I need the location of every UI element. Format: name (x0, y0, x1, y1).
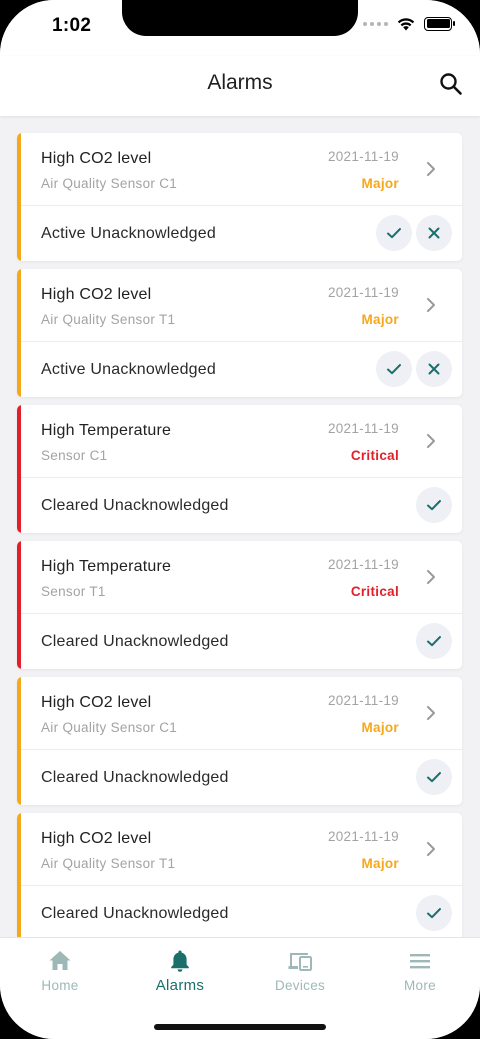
acknowledge-button[interactable] (376, 351, 412, 387)
check-icon (427, 908, 441, 919)
alarm-title: High CO2 level (41, 830, 152, 847)
alarm-card: High Temperature Sensor C1 2021-11-19 Criti… (17, 405, 462, 533)
alarm-severity: Critical (350, 584, 399, 599)
alarm-details-link[interactable]: High CO2 level Air Quality Sensor C1 2021-… (17, 677, 462, 749)
card-divider (21, 477, 462, 478)
page-title: Alarms (207, 71, 273, 94)
alarm-status: Cleared Unacknowledged (41, 905, 229, 922)
signal-dots-icon (363, 21, 388, 26)
phone-screen: 1:02 Alarms High CO2 level Air Quality Se… (0, 0, 480, 1039)
alarm-date: 2021-11-19 (327, 149, 399, 164)
acknowledge-button[interactable] (416, 895, 452, 931)
alarm-details-link[interactable]: High Temperature Sensor T1 2021-11-19 Criti… (17, 541, 462, 613)
check-icon (427, 636, 441, 647)
app-header: Alarms (0, 56, 480, 116)
alarm-severity: Critical (350, 448, 399, 463)
status-icons (363, 16, 455, 31)
alarm-title: High CO2 level (41, 694, 152, 711)
acknowledge-button[interactable] (416, 623, 452, 659)
close-icon (428, 227, 440, 239)
clear-button[interactable] (416, 351, 452, 387)
alarm-severity: Major (361, 720, 399, 735)
check-icon (387, 364, 401, 375)
alarm-date: 2021-11-19 (327, 285, 399, 300)
alarm-status: Cleared Unacknowledged (41, 633, 229, 650)
alarm-card: High CO2 level Air Quality Sensor C1 2021-… (17, 677, 462, 805)
chevron-right-icon (427, 298, 435, 312)
alarm-list: High CO2 level Air Quality Sensor C1 2021-… (17, 133, 462, 949)
tab-bar: Home Alarms Devices More (0, 937, 480, 1039)
alarm-originator: Air Quality Sensor T1 (41, 856, 176, 871)
tab-more-label: More (404, 978, 436, 993)
card-divider (21, 205, 462, 206)
card-divider (21, 613, 462, 614)
alarm-date: 2021-11-19 (327, 693, 399, 708)
tab-alarms[interactable]: Alarms (120, 948, 240, 1008)
devices-icon (288, 953, 312, 971)
alarm-originator: Air Quality Sensor C1 (41, 720, 178, 735)
alarm-details-link[interactable]: High CO2 level Air Quality Sensor T1 2021-… (17, 813, 462, 885)
alarm-title: High CO2 level (41, 286, 152, 303)
alarm-originator: Sensor T1 (41, 584, 106, 599)
bell-icon (171, 950, 189, 972)
alarm-details-link[interactable]: High Temperature Sensor C1 2021-11-19 Criti… (17, 405, 462, 477)
alarm-date: 2021-11-19 (327, 557, 399, 572)
tab-alarms-label: Alarms (155, 977, 205, 994)
alarm-date: 2021-11-19 (327, 421, 399, 436)
tab-home[interactable]: Home (0, 948, 120, 1008)
check-icon (387, 228, 401, 239)
alarm-status: Active Unacknowledged (41, 225, 216, 242)
alarm-originator: Air Quality Sensor C1 (41, 176, 178, 191)
clear-button[interactable] (416, 215, 452, 251)
alarm-originator: Sensor C1 (41, 448, 108, 463)
alarm-status: Cleared Unacknowledged (41, 497, 229, 514)
alarm-details-link[interactable]: High CO2 level Air Quality Sensor C1 2021-… (17, 133, 462, 205)
alarm-severity: Major (361, 312, 399, 327)
chevron-right-icon (427, 434, 435, 448)
notch (122, 0, 358, 36)
alarm-title: High Temperature (41, 558, 172, 575)
alarm-title: High CO2 level (41, 150, 152, 167)
alarm-card: High CO2 level Air Quality Sensor T1 2021-… (17, 269, 462, 397)
home-indicator (154, 1024, 326, 1030)
wifi-icon (397, 18, 415, 31)
chevron-right-icon (427, 570, 435, 584)
alarm-status: Cleared Unacknowledged (41, 769, 229, 786)
status-bar: 1:02 (0, 0, 480, 56)
check-icon (427, 500, 441, 511)
close-icon (428, 363, 440, 375)
tab-devices-label: Devices (274, 978, 326, 993)
acknowledge-button[interactable] (416, 487, 452, 523)
alarm-card: High CO2 level Air Quality Sensor C1 2021-… (17, 133, 462, 261)
alarm-originator: Air Quality Sensor T1 (41, 312, 176, 327)
home-icon (49, 951, 71, 970)
check-icon (427, 772, 441, 783)
chevron-right-icon (427, 162, 435, 176)
acknowledge-button[interactable] (416, 759, 452, 795)
card-divider (21, 885, 462, 886)
alarm-card: High CO2 level Air Quality Sensor T1 2021-… (17, 813, 462, 941)
card-divider (21, 341, 462, 342)
alarm-date: 2021-11-19 (327, 829, 399, 844)
tab-devices[interactable]: Devices (240, 948, 360, 1008)
status-time: 1:02 (52, 15, 92, 36)
alarm-card: High Temperature Sensor T1 2021-11-19 Criti… (17, 541, 462, 669)
tab-home-label: Home (41, 978, 79, 993)
search-icon[interactable] (438, 71, 464, 97)
alarm-severity: Major (361, 856, 399, 871)
battery-icon (424, 16, 455, 31)
alarm-details-link[interactable]: High CO2 level Air Quality Sensor T1 2021-… (17, 269, 462, 341)
alarm-severity: Major (361, 176, 399, 191)
card-divider (21, 749, 462, 750)
alarm-title: High Temperature (41, 422, 172, 439)
acknowledge-button[interactable] (376, 215, 412, 251)
chevron-right-icon (427, 706, 435, 720)
menu-icon (410, 954, 430, 969)
tab-more[interactable]: More (360, 948, 480, 1008)
chevron-right-icon (427, 842, 435, 856)
alarm-status: Active Unacknowledged (41, 361, 216, 378)
